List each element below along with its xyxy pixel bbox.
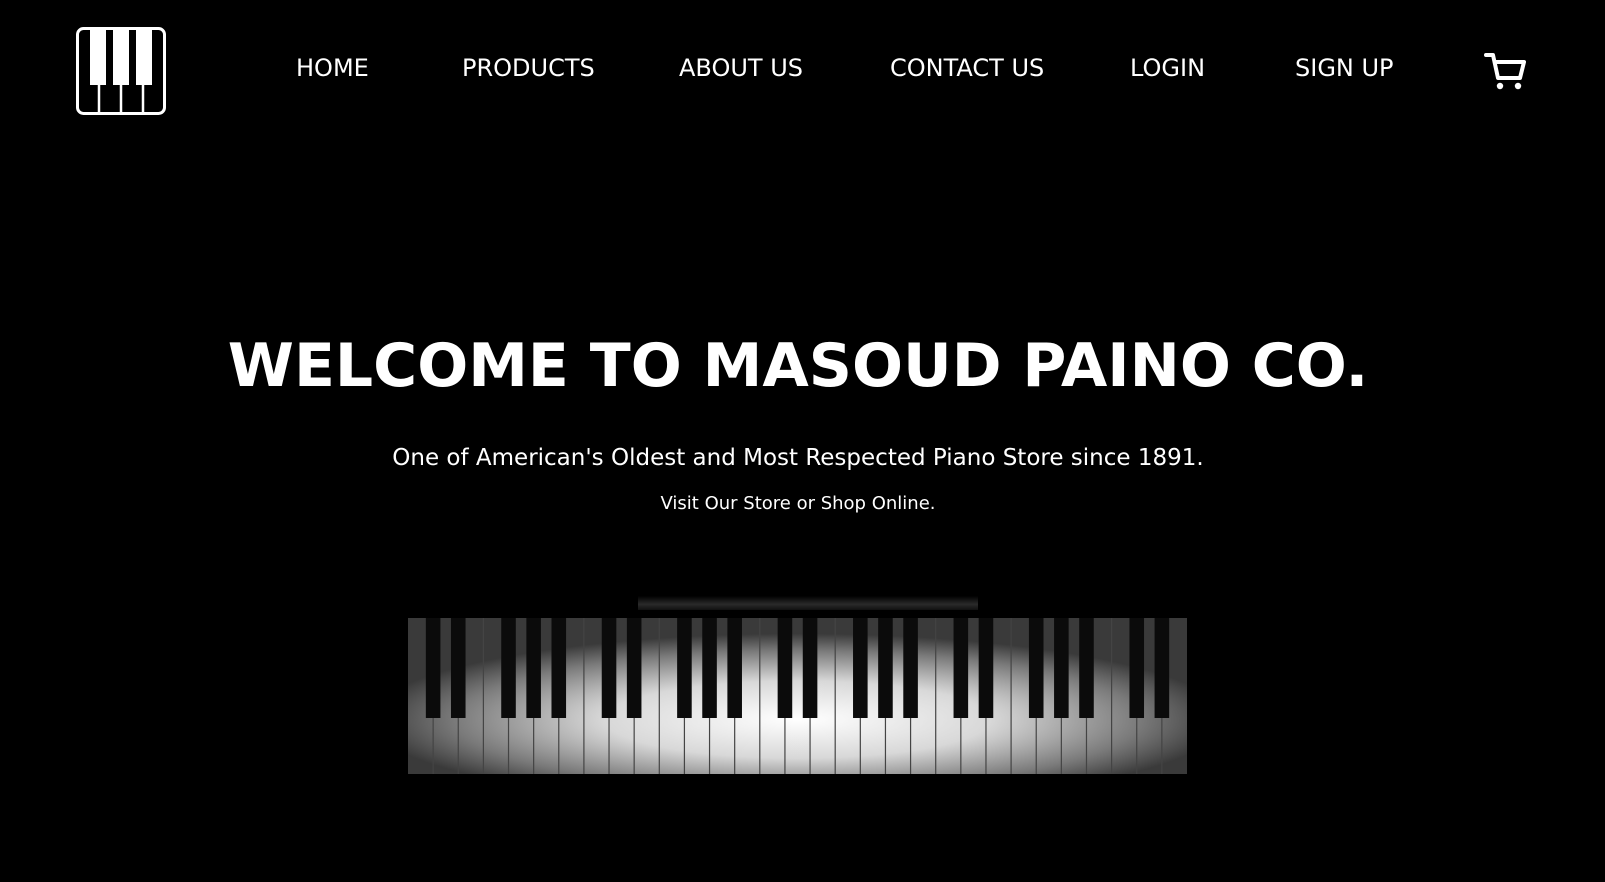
piano-keyboard-image: [408, 596, 1187, 774]
nav-about-us-link[interactable]: ABOUT US: [679, 50, 803, 86]
main-nav: HOME PRODUCTS ABOUT US CONTACT US LOGIN …: [0, 50, 1605, 86]
shopping-cart-icon[interactable]: [1484, 52, 1526, 92]
hero-title: WELCOME TO MASOUD PAINO CO.: [227, 331, 1369, 401]
nav-login-link[interactable]: LOGIN: [1130, 50, 1205, 86]
hero-tagline: Visit Our Store or Shop Online.: [660, 493, 936, 514]
nav-products-link[interactable]: PRODUCTS: [462, 50, 595, 86]
nav-contact-us-link[interactable]: CONTACT US: [890, 50, 1044, 86]
nav-home-link[interactable]: HOME: [296, 50, 369, 86]
nav-sign-up-link[interactable]: SIGN UP: [1295, 50, 1394, 86]
hero-subtitle: One of American's Oldest and Most Respec…: [392, 445, 1204, 471]
